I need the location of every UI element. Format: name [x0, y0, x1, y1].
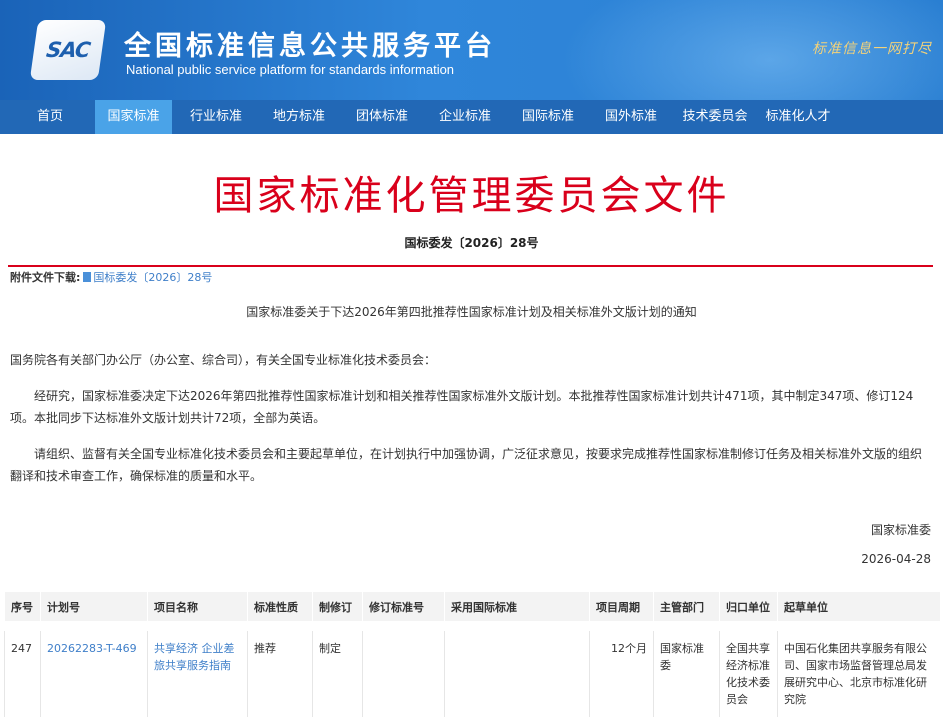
table-row: 247 20262283-T-469 共享经济 企业差旅共享服务指南 推荐 制定…	[4, 621, 940, 717]
attachment-link[interactable]: 国标委发〔2026〕28号	[93, 271, 212, 284]
column-header: 修订标准号	[362, 592, 445, 626]
nav-item-home[interactable]: 首页	[14, 100, 86, 134]
notice-title: 国家标准委关于下达2026年第四批推荐性国家标准计划及相关标准外文版计划的通知	[246, 305, 697, 319]
document-number: 国标委发〔2026〕28号	[404, 236, 539, 250]
red-divider	[8, 265, 933, 267]
site-subtitle: National public service platform for sta…	[126, 62, 455, 77]
nav-item-foreign-standards[interactable]: 国外标准	[593, 100, 669, 134]
column-header: 归口单位	[719, 592, 778, 626]
column-header: 起草单位	[777, 592, 940, 626]
column-header: 标准性质	[247, 592, 313, 626]
attachment-label: 附件文件下载:	[10, 271, 81, 284]
cell-seq: 247	[4, 621, 41, 717]
column-header: 主管部门	[653, 592, 720, 626]
column-header: 项目名称	[147, 592, 248, 626]
site-title: 全国标准信息公共服务平台	[124, 31, 496, 62]
column-header: 项目周期	[589, 592, 654, 626]
file-icon	[83, 272, 92, 282]
cell-intl-standard	[444, 621, 590, 717]
cell-plan-number-link[interactable]: 20262283-T-469	[40, 621, 148, 717]
cell-technical-committee: 全国共享经济标准化技术委员会	[719, 621, 778, 717]
nav-item-local-standards[interactable]: 地方标准	[261, 100, 337, 134]
nav-item-group-standards[interactable]: 团体标准	[344, 100, 420, 134]
column-header: 制修订	[312, 592, 363, 626]
paragraph-decision: 经研究，国家标准委决定下达2026年第四批推荐性国家标准计划和相关推荐性国家标准…	[10, 389, 914, 425]
nav-item-enterprise-standards[interactable]: 企业标准	[427, 100, 503, 134]
cell-nature: 推荐	[247, 621, 313, 717]
cell-project-name-link[interactable]: 共享经济 企业差旅共享服务指南	[147, 621, 248, 717]
column-header: 序号	[4, 592, 41, 626]
cell-type: 制定	[312, 621, 363, 717]
attachment-row: 附件文件下载: 国标委发〔2026〕28号	[10, 269, 212, 285]
issue-date: 2026-04-28	[861, 552, 931, 566]
main-nav: 首页 国家标准 行业标准 地方标准 团体标准 企业标准 国际标准 国外标准 技术…	[0, 100, 943, 134]
table-header-row: 序号 计划号 项目名称 标准性质 制修订 修订标准号 采用国际标准 项目周期 主…	[4, 592, 940, 626]
column-header: 采用国际标准	[444, 592, 590, 626]
site-banner: SAC 全国标准信息公共服务平台 National public service…	[0, 0, 943, 100]
cell-period: 12个月	[589, 621, 654, 717]
cell-department: 国家标准委	[653, 621, 720, 717]
nav-item-international-standards[interactable]: 国际标准	[510, 100, 586, 134]
cell-drafting-units: 中国石化集团共享服务有限公司、国家市场监督管理总局发展研究中心、北京市标准化研究…	[777, 621, 940, 717]
nav-item-national-standards[interactable]: 国家标准	[95, 100, 172, 134]
salutation: 国务院各有关部门办公厅（办公室、综合司），有关全国专业标准化技术委员会：	[10, 353, 437, 367]
site-slogan: 标准信息一网打尽	[812, 41, 932, 57]
signer: 国家标准委	[870, 523, 931, 537]
plan-table: 序号 计划号 项目名称 标准性质 制修订 修订标准号 采用国际标准 项目周期 主…	[4, 592, 940, 717]
nav-item-technical-committees[interactable]: 技术委员会	[676, 100, 754, 134]
sac-logo[interactable]: SAC	[29, 20, 107, 80]
nav-item-standardization-talent[interactable]: 标准化人才	[758, 100, 838, 134]
logo-text: SAC	[44, 38, 92, 62]
document-header: 国家标准化管理委员会文件	[213, 173, 730, 219]
paragraph-requirements: 请组织、监督有关全国专业标准化技术委员会和主要起草单位，在计划执行中加强协调，广…	[10, 447, 923, 483]
nav-item-industry-standards[interactable]: 行业标准	[178, 100, 254, 134]
column-header: 计划号	[40, 592, 148, 626]
cell-revised-number	[362, 621, 445, 717]
